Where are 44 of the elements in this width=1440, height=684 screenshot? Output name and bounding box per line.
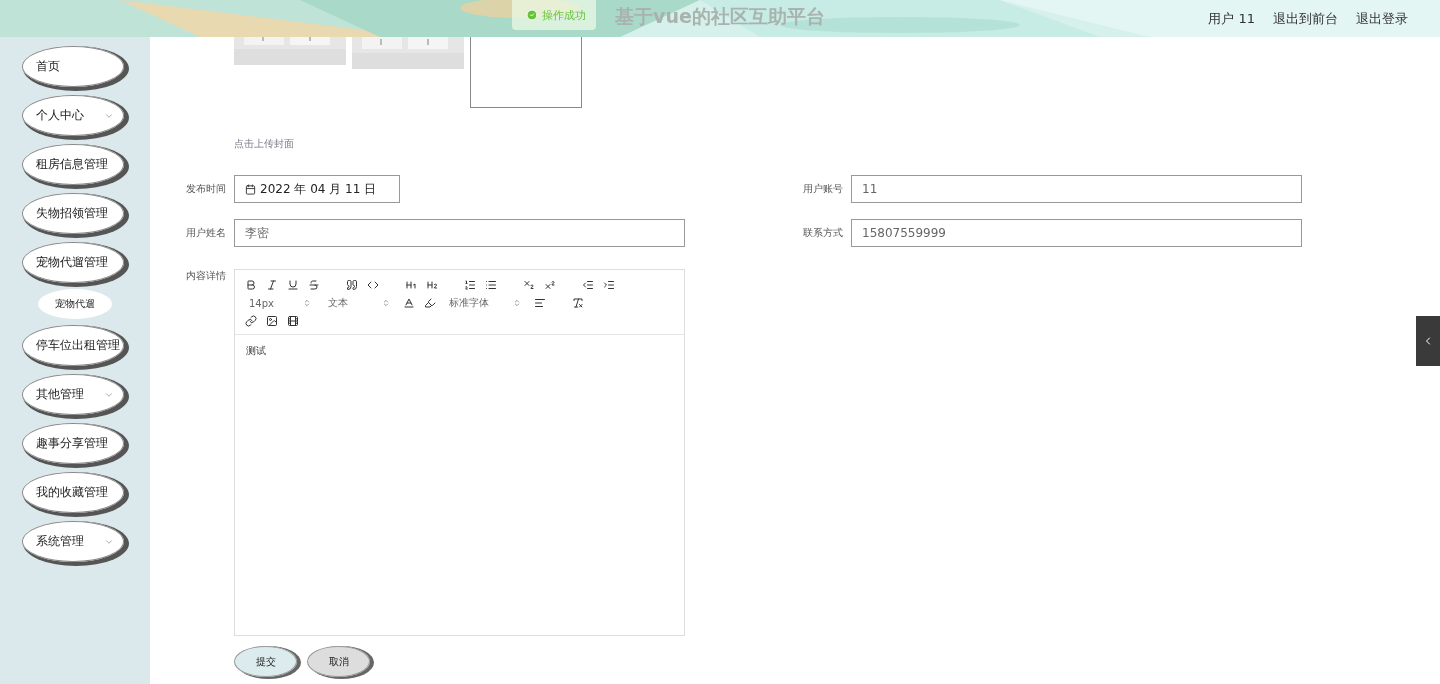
cancel-button[interactable]: 取消 (307, 646, 370, 677)
link-icon[interactable] (245, 315, 257, 327)
sort-arrows-icon (303, 299, 311, 307)
field-label: 用户姓名 (185, 226, 226, 240)
dropdown[interactable]: 文本 (324, 296, 394, 310)
align-icon[interactable] (534, 297, 546, 309)
input-field[interactable]: 李密 (234, 219, 685, 247)
field-label: 内容详情 (185, 269, 226, 283)
field-label: 联系方式 (802, 226, 843, 240)
italic-icon[interactable] (266, 279, 278, 291)
bold-icon[interactable] (245, 279, 257, 291)
date-field[interactable]: 2022 年 04 月 11 日 (234, 175, 400, 203)
code-icon[interactable] (367, 279, 379, 291)
field-label: 发布时间 (185, 182, 226, 196)
submit-button[interactable]: 提交 (234, 646, 297, 677)
dropdown[interactable]: 14px (245, 297, 315, 309)
text-color-icon[interactable] (403, 297, 415, 309)
heading-one-icon[interactable] (405, 279, 417, 291)
calendar-icon (245, 183, 256, 195)
field-label: 用户账号 (802, 182, 843, 196)
sort-arrows-icon (382, 299, 390, 307)
video-icon[interactable] (287, 315, 299, 327)
upload-box[interactable] (470, 37, 582, 108)
input-field[interactable]: 15807559999 (851, 219, 1302, 247)
sidebar-subitem[interactable]: 宠物代遛 (38, 289, 112, 319)
superscript-icon[interactable] (544, 279, 556, 291)
highlight-icon[interactable] (424, 297, 436, 309)
numbered-list-icon[interactable] (464, 279, 476, 291)
strikethrough-icon[interactable] (308, 279, 320, 291)
sort-arrows-icon (513, 299, 521, 307)
editor-content: 测试 (245, 344, 267, 358)
image-icon[interactable] (266, 315, 278, 327)
outdent-icon[interactable] (582, 279, 594, 291)
indent-icon[interactable] (603, 279, 615, 291)
heading-two-icon[interactable] (426, 279, 438, 291)
bullet-list-icon[interactable] (485, 279, 497, 291)
input-field[interactable]: 11 (851, 175, 1302, 203)
underline-icon[interactable] (287, 279, 299, 291)
dropdown[interactable]: 标准字体 (445, 296, 525, 310)
quote-icon[interactable] (346, 279, 358, 291)
subscript-icon[interactable] (523, 279, 535, 291)
rich-text-editor[interactable]: 14px 文本 标准字体 测试 (234, 269, 685, 636)
upload-hint: 点击上传封面 (234, 137, 295, 151)
clear-format-icon[interactable] (572, 297, 584, 309)
